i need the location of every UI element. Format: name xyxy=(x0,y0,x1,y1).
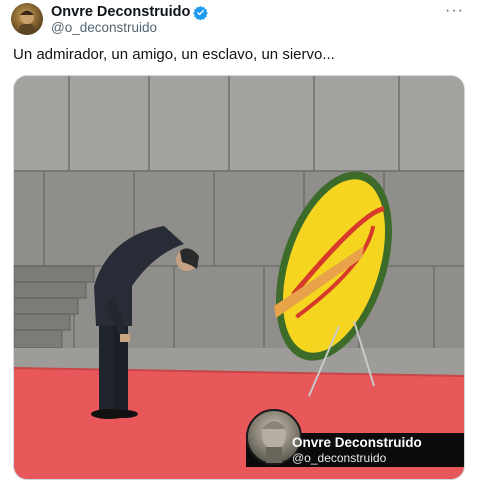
verified-badge-icon xyxy=(193,5,209,20)
author-name[interactable]: Onvre Deconstruido xyxy=(51,4,190,20)
tweet-text: Un admirador, un amigo, un esclavo, un s… xyxy=(13,46,335,63)
watermark-banner: Onvre Deconstruido @o_deconstruido xyxy=(246,409,464,467)
author-avatar[interactable] xyxy=(11,3,43,35)
watermark-handle: @o_deconstruido xyxy=(292,451,387,465)
watermark-name: Onvre Deconstruido xyxy=(292,435,422,450)
memorial-scene-illustration xyxy=(14,76,464,479)
more-options-icon[interactable]: ··· xyxy=(445,2,464,20)
tweet-media-image[interactable]: Onvre Deconstruido @o_deconstruido xyxy=(13,75,465,480)
author-handle[interactable]: @o_deconstruido xyxy=(51,20,157,35)
